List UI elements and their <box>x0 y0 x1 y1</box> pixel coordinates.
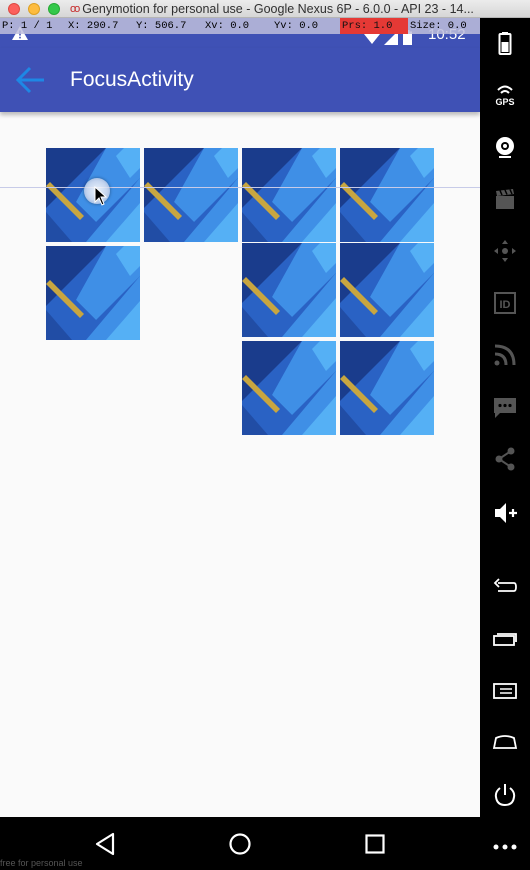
pointer-size: Size: 0.0 <box>410 20 467 32</box>
pointer-pressure: Prs: 1.0 <box>340 18 408 34</box>
power-icon <box>494 784 516 807</box>
wallpaper-image <box>242 243 336 337</box>
back-tool-button[interactable] <box>492 574 518 600</box>
device-id-icon: ID <box>494 292 516 314</box>
device-id-tool-button[interactable]: ID <box>492 290 518 316</box>
wallpaper-image <box>340 148 434 242</box>
svg-text:ID: ID <box>500 299 511 311</box>
minimize-window-button[interactable] <box>28 2 40 15</box>
nav-back-icon <box>95 832 115 856</box>
wallpaper-image <box>242 148 336 242</box>
image-tile[interactable] <box>46 246 140 340</box>
pointer-location-overlay: P: 1 / 1 X: 290.7 Y: 506.7 Xv: 0.0 Yv: 0… <box>0 18 480 34</box>
image-tile[interactable] <box>340 341 434 435</box>
wallpaper-image <box>340 341 434 435</box>
page-title: FocusActivity <box>70 68 194 91</box>
share-tool-button[interactable] <box>492 446 518 472</box>
battery-icon <box>498 32 512 55</box>
svg-text:GPS: GPS <box>495 97 514 107</box>
arrow-back-icon <box>15 66 44 94</box>
nav-recents-button[interactable] <box>362 831 388 857</box>
sms-icon <box>494 398 516 418</box>
image-tile[interactable] <box>144 148 238 242</box>
back-button[interactable] <box>14 64 50 96</box>
more-tool-button[interactable] <box>492 834 518 860</box>
video-capture-tool-button[interactable] <box>492 186 518 212</box>
wallpaper-image <box>242 341 336 435</box>
sms-tool-button[interactable] <box>492 394 518 420</box>
wallpaper-image <box>340 243 434 337</box>
image-tile[interactable] <box>242 243 336 337</box>
volume-up-tool-button[interactable] <box>492 500 518 526</box>
focus-indicator-line <box>0 187 480 188</box>
status-bar: 10:52 P: 1 / 1 X: 290.7 Y: 506.7 Xv: 0.0… <box>0 18 480 48</box>
menu-tool-button[interactable] <box>492 678 518 704</box>
back-icon <box>493 578 517 592</box>
pointer-yv: Yv: 0.0 <box>274 20 319 32</box>
menu-icon <box>493 683 517 699</box>
nav-home-icon <box>229 833 251 855</box>
image-tile[interactable] <box>242 148 336 242</box>
image-tile[interactable] <box>242 341 336 435</box>
power-tool-button[interactable] <box>492 782 518 808</box>
battery-tool-button[interactable] <box>492 30 518 56</box>
window-title: oo Genymotion for personal use - Google … <box>70 2 474 16</box>
zoom-window-button[interactable] <box>48 2 60 15</box>
watermark-text: free for personal use <box>0 858 83 868</box>
camera-icon <box>496 137 514 158</box>
image-tile[interactable] <box>340 148 434 242</box>
close-window-button[interactable] <box>8 2 20 15</box>
recent-apps-icon <box>493 633 517 646</box>
network-icon <box>494 344 516 366</box>
gps-tool-button[interactable]: GPS <box>492 82 518 108</box>
home-tool-button[interactable] <box>492 730 518 756</box>
mouse-cursor-icon <box>94 186 108 206</box>
genymotion-toolbar: GPS ID <box>480 18 530 870</box>
app-bar: FocusActivity <box>0 48 480 112</box>
dpad-icon <box>494 240 516 262</box>
gps-icon: GPS <box>495 85 515 107</box>
network-tool-button[interactable] <box>492 342 518 368</box>
nav-recents-icon <box>365 834 385 854</box>
recent-apps-tool-button[interactable] <box>492 626 518 652</box>
more-icon <box>493 844 517 850</box>
video-capture-icon <box>496 189 514 209</box>
share-icon <box>495 447 515 471</box>
wallpaper-image <box>46 246 140 340</box>
home-icon <box>492 735 518 749</box>
android-screen: 10:52 P: 1 / 1 X: 290.7 Y: 506.7 Xv: 0.0… <box>0 18 480 817</box>
volume-up-icon <box>495 503 517 523</box>
camera-tool-button[interactable] <box>492 134 518 160</box>
pointer-count: P: 1 / 1 <box>2 20 53 32</box>
pointer-y: Y: 506.7 <box>136 20 187 32</box>
pointer-xv: Xv: 0.0 <box>205 20 250 32</box>
wallpaper-image <box>144 148 238 242</box>
dpad-tool-button[interactable] <box>492 238 518 264</box>
nav-back-button[interactable] <box>93 831 119 857</box>
nav-home-button[interactable] <box>227 831 253 857</box>
window-title-text: Genymotion for personal use - Google Nex… <box>82 1 474 16</box>
pointer-x: X: 290.7 <box>68 20 119 32</box>
window-titlebar: oo Genymotion for personal use - Google … <box>0 0 530 18</box>
image-tile[interactable] <box>340 243 434 337</box>
genymotion-logo-icon: oo <box>70 2 80 15</box>
